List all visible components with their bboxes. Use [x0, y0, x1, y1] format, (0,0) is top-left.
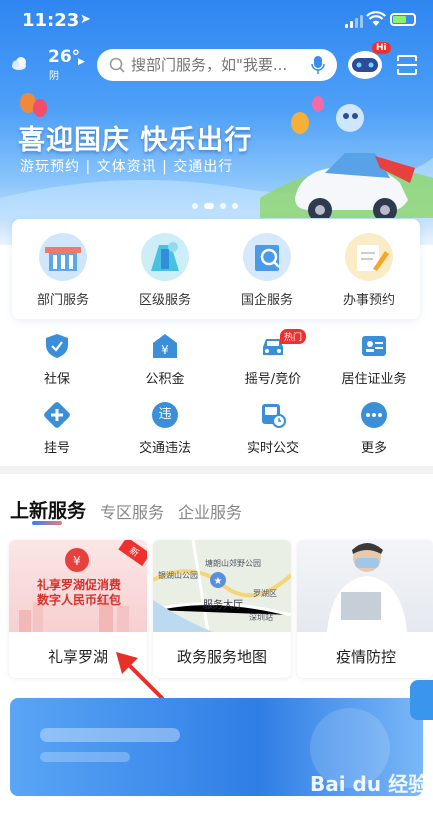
weather-temperature[interactable]: 26° [48, 47, 80, 67]
service-card-label: 政务服务地图 [176, 648, 267, 666]
pagination-dot[interactable] [232, 203, 238, 209]
banner-title: 喜迎国庆 快乐出行 [18, 125, 253, 156]
quick-label: 挂号 [43, 441, 70, 456]
building-icon [39, 233, 87, 281]
side-float-tab[interactable] [410, 680, 433, 720]
quick-label: 交通违法 [138, 441, 191, 456]
service-appointment[interactable]: 办事预约 [318, 233, 420, 308]
service-enterprise[interactable]: 国企服务 [216, 233, 318, 308]
status-bar: 11:23 ➤ [0, 0, 433, 44]
service-label: 办事预约 [342, 293, 395, 308]
promo-banner[interactable]: 喜迎国庆 快乐出行 游玩预约 | 文体资讯 | 交通出行 [0, 88, 433, 218]
service-district[interactable]: 区级服务 [114, 233, 216, 308]
quick-label: 社保 [43, 372, 70, 387]
epidemic-image [297, 540, 433, 632]
medical-plus-icon [44, 402, 70, 428]
shield-check-icon [44, 333, 70, 359]
annotation-arrow [116, 652, 164, 700]
cloud-icon [12, 57, 26, 70]
assistant-badge: Hi [372, 42, 391, 54]
banner-subtitle: 游玩预约 | 文体资讯 | 交通出行 [20, 159, 234, 175]
service-card-label: 疫情防控 [335, 648, 396, 666]
main-services-card: 部门服务 区级服务 国企服务 办事预约 [12, 219, 420, 319]
quick-label: 摇号/竞价 [244, 372, 302, 387]
map-label: 罗湖区 [253, 589, 277, 598]
pagination-dot-active[interactable] [204, 203, 214, 209]
signal-icon [345, 14, 363, 28]
tab-new-services[interactable]: 上新服务 [10, 496, 86, 523]
quick-label: 更多 [360, 441, 387, 456]
weather-condition[interactable]: 阴 [49, 67, 59, 82]
search-icon [109, 57, 125, 73]
chevron-right-icon[interactable]: ▶ [78, 57, 85, 67]
banner-pagination [192, 203, 238, 209]
quick-housing-fund[interactable]: ¥ 公积金 [111, 333, 219, 387]
map-label: 银湖山公园 [158, 571, 198, 580]
svg-text:★: ★ [214, 576, 223, 587]
more-icon [361, 402, 387, 428]
quick-more[interactable]: 更多 [320, 402, 428, 456]
service-label: 部门服务 [36, 293, 89, 308]
quick-label: 居住证业务 [341, 372, 407, 387]
section-divider [0, 466, 433, 474]
enterprise-icon [243, 233, 291, 281]
search-input[interactable] [131, 56, 307, 74]
scan-icon[interactable] [396, 54, 418, 76]
service-label: 区级服务 [138, 293, 191, 308]
quick-residence-permit[interactable]: 居住证业务 [320, 333, 428, 387]
wifi-icon [366, 11, 386, 26]
appointment-icon [345, 233, 393, 281]
quick-label: 实时公交 [246, 441, 299, 456]
hot-badge: 热门 [280, 329, 307, 344]
tab-enterprise-services[interactable]: 企业服务 [178, 499, 242, 523]
luohu-image: ¥ 礼享罗湖促消费 数字人民币红包 新 [9, 540, 147, 632]
status-time: 11:23 [22, 10, 80, 31]
service-label: 国企服务 [240, 293, 293, 308]
map-image: ★ 塘朗山郊野公园 银湖山公园 罗湖区 服务大厅 深圳站 [153, 540, 291, 632]
quick-traffic-violation[interactable]: 违 交通违法 [111, 402, 219, 456]
watermark: Bai du 经验 [310, 772, 429, 796]
search-bar[interactable] [97, 49, 337, 81]
service-cards-row: ¥ 礼享罗湖促消费 数字人民币红包 新 礼享罗湖 ★ 塘朗山郊野公园 银湖山公园 [0, 540, 433, 678]
battery-icon [390, 13, 416, 26]
violation-icon: 违 [152, 402, 178, 428]
tab-special-services[interactable]: 专区服务 [100, 499, 164, 523]
quick-lottery[interactable]: 摇号/竞价 [219, 333, 327, 387]
map-label: 深圳站 [249, 613, 273, 622]
microphone-icon[interactable] [311, 55, 325, 75]
active-tab-indicator [32, 521, 62, 525]
quick-realtime-bus[interactable]: 实时公交 [219, 402, 327, 456]
map-label: 服务大厅 [203, 600, 243, 611]
svg-text:¥: ¥ [73, 554, 81, 568]
quick-social-security[interactable]: 社保 [3, 333, 111, 387]
id-card-icon [361, 333, 387, 359]
luohu-image-text: 礼享罗湖促消费 数字人民币红包 [36, 578, 121, 607]
location-arrow-icon: ➤ [80, 12, 91, 27]
quick-registration[interactable]: 挂号 [3, 402, 111, 456]
map-label: 塘朗山郊野公园 [205, 559, 261, 568]
district-icon [141, 233, 189, 281]
service-card-epidemic[interactable]: 疫情防控 [297, 540, 433, 678]
pagination-dot[interactable] [220, 203, 226, 209]
house-yen-icon: ¥ [152, 333, 178, 359]
quick-label: 公积金 [145, 372, 185, 387]
service-tabs: 上新服务 专区服务 企业服务 [10, 496, 242, 523]
svg-text:¥: ¥ [161, 343, 169, 357]
bus-clock-icon [260, 402, 286, 428]
pagination-dot[interactable] [192, 203, 198, 209]
service-dept[interactable]: 部门服务 [12, 233, 114, 308]
service-card-map[interactable]: ★ 塘朗山郊野公园 银湖山公园 罗湖区 服务大厅 深圳站 政务服务地图 [153, 540, 291, 678]
